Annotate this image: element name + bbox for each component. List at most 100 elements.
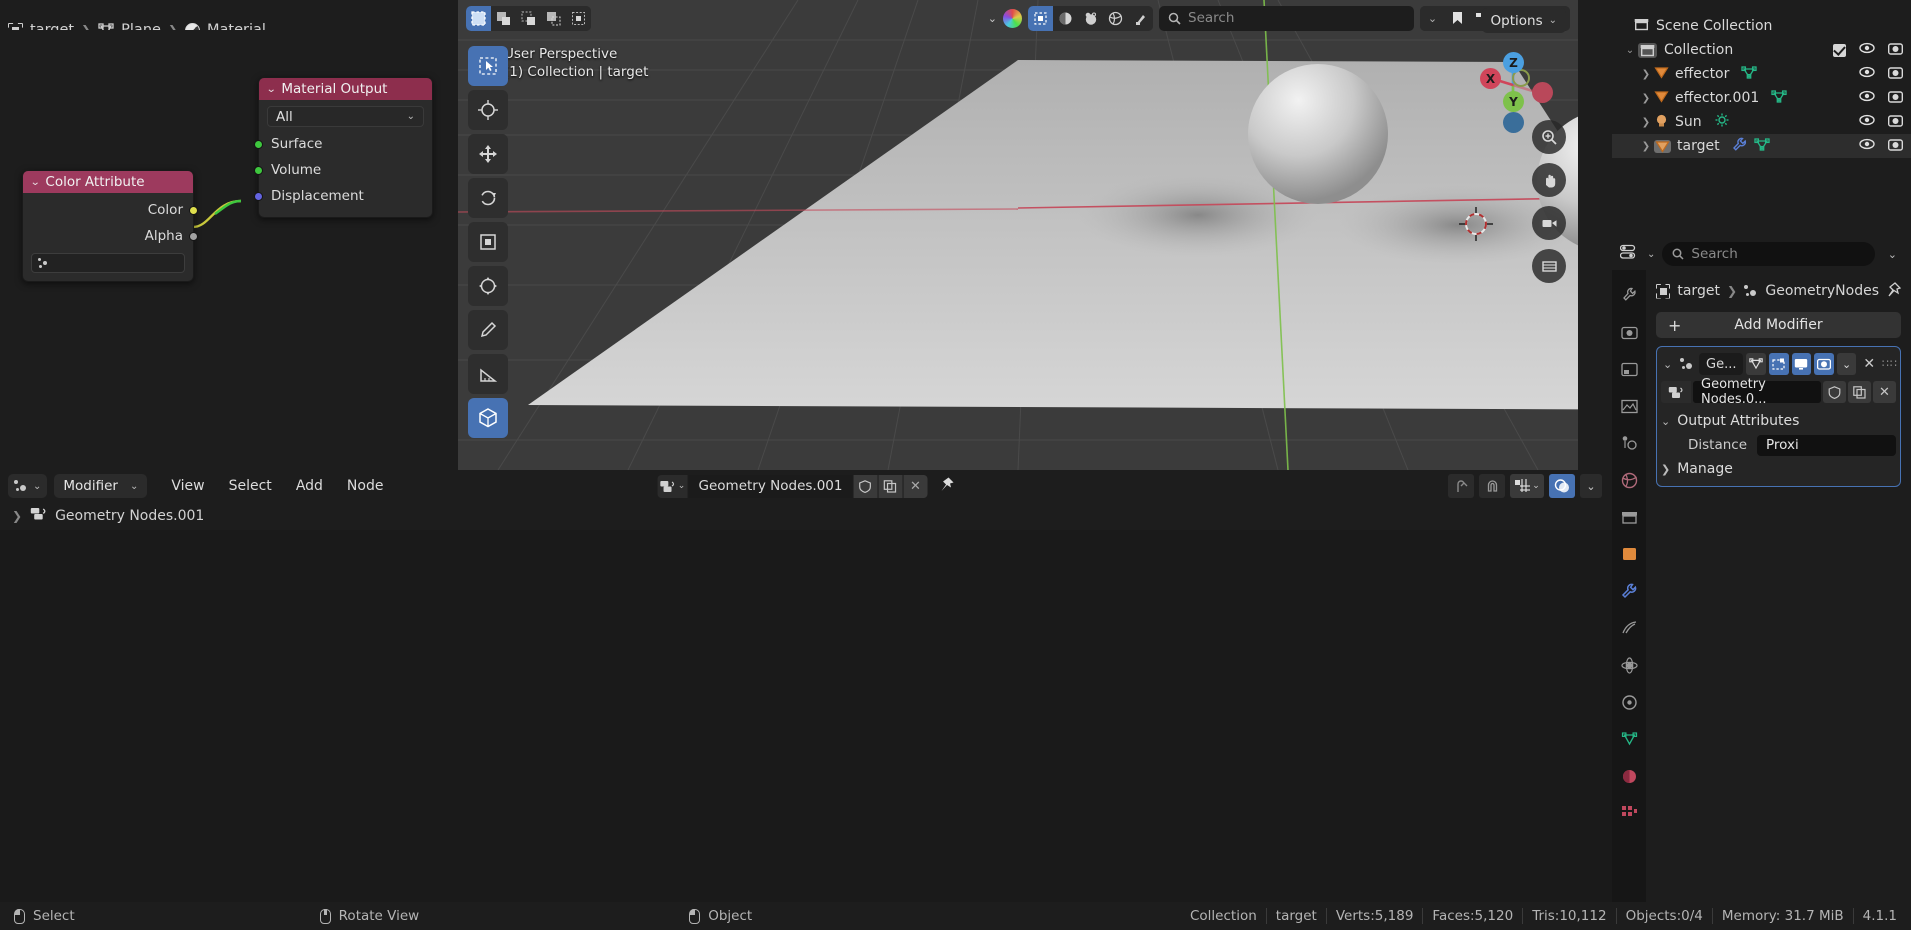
chevron-down-icon-props-filter[interactable]: ⌄: [1882, 248, 1903, 261]
socket-color-output[interactable]: [189, 206, 198, 215]
shading-preview-icon[interactable]: [1128, 5, 1153, 31]
node-group-unlink-icon[interactable]: ✕: [1873, 381, 1896, 403]
tab-world[interactable]: [1618, 469, 1640, 491]
chevron-down-icon-modifier[interactable]: ⌄: [1661, 358, 1674, 371]
outliner-row-effector[interactable]: ❯ effector: [1612, 62, 1911, 86]
eye-icon-3[interactable]: [1859, 90, 1875, 106]
camera-view-icon[interactable]: [1532, 206, 1566, 240]
node-group-name-value[interactable]: Geometry Nodes.0...: [1693, 377, 1821, 407]
chevron-down-icon[interactable]: ⌄: [30, 177, 40, 188]
node-graph-canvas[interactable]: ⌄Group Input Geometry ⌄Subdivide Mesh Me…: [0, 530, 1612, 916]
select-tweak-icon[interactable]: [466, 5, 491, 31]
chevron-down-icon-2[interactable]: ⌄: [266, 84, 276, 95]
node-material-output-header[interactable]: ⌄ Material Output: [259, 78, 432, 100]
socket-volume-input[interactable]: [254, 166, 263, 175]
datablock-fake-user-icon[interactable]: [853, 474, 878, 498]
outliner-arrow-3[interactable]: ❯: [1638, 93, 1654, 104]
outliner-row-scene-collection[interactable]: Scene Collection: [1612, 14, 1911, 38]
shader-node-canvas[interactable]: ⌄ Color Attribute Color Alpha ⌄ Material…: [0, 30, 458, 470]
outliner-row-controls-2[interactable]: [1859, 66, 1904, 83]
tab-view-layer[interactable]: [1618, 395, 1640, 417]
outliner-row-controls-1[interactable]: [1833, 42, 1904, 59]
outliner-arrow-5[interactable]: ❯: [1638, 141, 1654, 152]
modifier-close-button[interactable]: ✕: [1859, 353, 1879, 375]
outliner-row-collection[interactable]: ⌄ Collection: [1612, 38, 1911, 62]
tool-transform[interactable]: [468, 266, 508, 306]
tab-constraints[interactable]: [1618, 691, 1640, 713]
datablock-unlink-icon[interactable]: ✕: [903, 474, 928, 498]
outliner-arrow-1[interactable]: ⌄: [1622, 45, 1638, 56]
attribute-row-distance[interactable]: Distance Proxi: [1669, 433, 1896, 457]
camera-icon-1[interactable]: [1887, 42, 1904, 59]
datablock-duplicate-icon[interactable]: [878, 474, 903, 498]
orthographic-toggle-icon[interactable]: [1532, 249, 1566, 283]
overlay-toggle-icon[interactable]: [1549, 474, 1575, 498]
geometry-node-editor[interactable]: ⌄ Modifier ⌄ View Select Add Node ⌄ Geom…: [0, 470, 1612, 916]
snap-magnet-icon[interactable]: [1479, 474, 1505, 498]
camera-icon-3[interactable]: [1887, 90, 1904, 107]
camera-icon-2[interactable]: [1887, 66, 1904, 83]
shading-mode-group[interactable]: [1028, 5, 1153, 31]
properties-tab-strip[interactable]: [1612, 270, 1646, 916]
shading-solid-icon[interactable]: [1053, 5, 1078, 31]
bookmark-icon[interactable]: [1445, 5, 1470, 31]
shading-rendered-icon[interactable]: [1103, 5, 1128, 31]
node-editor-header-right[interactable]: ⌄ ⌄: [1448, 474, 1602, 498]
navigation-gizmo[interactable]: Z Y X: [1470, 42, 1556, 133]
shading-material-preview-icon[interactable]: [1078, 5, 1103, 31]
viewport-options-button[interactable]: Options ⌄: [1481, 8, 1566, 33]
color-attribute-name-field[interactable]: [31, 253, 185, 273]
gizmo-axis-neg-x[interactable]: [1532, 82, 1553, 103]
outliner-row-controls-5[interactable]: [1859, 138, 1904, 155]
tab-tool[interactable]: [1618, 284, 1640, 306]
menu-view[interactable]: View: [159, 473, 216, 499]
gizmo-axis-x[interactable]: X: [1480, 68, 1501, 89]
outliner-row-effector-001[interactable]: ❯ effector.001: [1612, 86, 1911, 110]
socket-displacement-input[interactable]: [254, 192, 263, 201]
tool-select-box[interactable]: [468, 46, 508, 86]
modifier-name-field[interactable]: Ge...: [1699, 353, 1744, 375]
node-group-browse-icon[interactable]: [1661, 381, 1691, 403]
tool-rotate[interactable]: [468, 178, 508, 218]
pin-icon[interactable]: [1886, 281, 1902, 301]
chevron-down-icon-props[interactable]: ⌄: [1647, 249, 1655, 260]
properties-breadcrumb-nodes[interactable]: GeometryNodes: [1765, 283, 1879, 299]
node-socket-row-surface[interactable]: Surface: [254, 131, 432, 157]
node-group-duplicate-icon[interactable]: [1848, 381, 1871, 403]
node-socket-row-displacement[interactable]: Displacement: [254, 183, 432, 209]
node-editor-type-selector[interactable]: ⌄: [8, 474, 48, 498]
viewport-nav-buttons[interactable]: [1532, 120, 1566, 283]
eye-icon-1[interactable]: [1859, 42, 1875, 58]
shading-wireframe-icon[interactable]: [1028, 5, 1053, 31]
outliner[interactable]: Scene Collection ⌄ Collection ❯ effector: [1612, 0, 1911, 238]
socket-alpha-output[interactable]: [189, 232, 198, 241]
chevron-down-icon-viewport[interactable]: ⌄: [988, 12, 997, 25]
tool-move[interactable]: [468, 134, 508, 174]
section-manage[interactable]: ❯ Manage: [1661, 457, 1896, 481]
attribute-distance-value[interactable]: Proxi: [1757, 434, 1896, 456]
properties-breadcrumb-object[interactable]: target: [1677, 283, 1720, 299]
tool-measure[interactable]: [468, 354, 508, 394]
outliner-row-sun[interactable]: ❯ Sun: [1612, 110, 1911, 134]
select-mode-group[interactable]: [466, 5, 591, 31]
select-invert-icon[interactable]: [541, 5, 566, 31]
breadcrumb-collapse-arrow[interactable]: ❯: [12, 509, 22, 523]
pan-hand-icon[interactable]: [1532, 163, 1566, 197]
snap-parent-icon[interactable]: [1448, 474, 1474, 498]
material-output-target-select[interactable]: All ⌄: [267, 106, 424, 127]
node-group-fake-user-icon[interactable]: [1823, 381, 1846, 403]
menu-add[interactable]: Add: [284, 473, 335, 499]
editor-type-icon[interactable]: [1619, 244, 1640, 264]
node-group-datablock-selector[interactable]: ⌄ Geometry Nodes.001 ✕: [657, 474, 955, 498]
chevron-right-icon-manage[interactable]: ❯: [1661, 463, 1670, 476]
modifier-toggle-render[interactable]: [1814, 353, 1834, 375]
pin-icon-node-editor[interactable]: [938, 476, 954, 496]
tab-object-data[interactable]: [1618, 728, 1640, 750]
node-material-output[interactable]: ⌄ Material Output All ⌄ Surface Volume D…: [254, 77, 433, 218]
search-input[interactable]: Search: [1159, 5, 1414, 31]
tab-material[interactable]: [1618, 765, 1640, 787]
node-tree-mode-selector[interactable]: Modifier ⌄: [54, 474, 148, 498]
socket-surface-input[interactable]: [254, 140, 263, 149]
tab-object[interactable]: [1618, 543, 1640, 565]
camera-icon-4[interactable]: [1887, 114, 1904, 131]
